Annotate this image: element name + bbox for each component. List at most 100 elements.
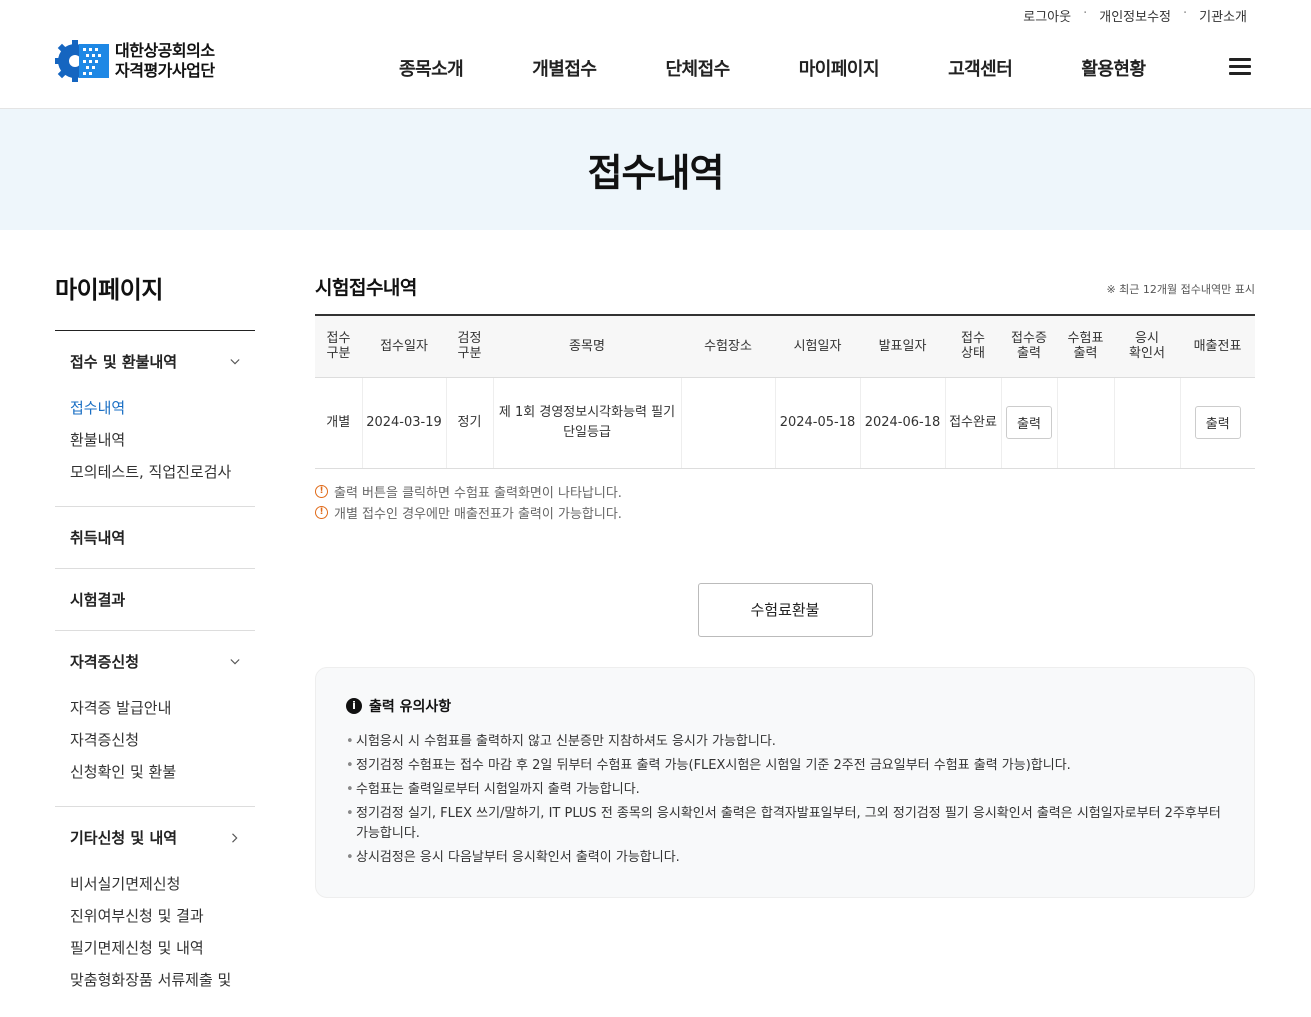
warning-icon: ! — [315, 505, 328, 519]
sidebar-group-label: 취득내역 — [70, 529, 126, 547]
sidebar-group-results: 시험결과 — [55, 569, 255, 631]
logo-icon — [55, 40, 109, 82]
warning-icon: ! — [315, 484, 328, 498]
sidebar-group-etc: 기타신청 및 내역 비서실기면제신청 진위여부신청 및 결과 필기면제신청 및 … — [55, 807, 255, 1014]
sidebar-group-certificate-toggle[interactable]: 자격증신청 — [55, 631, 255, 692]
list-item: 상시검정은 응시 다음날부터 응시확인서 출력이 가능합니다. — [346, 848, 1224, 868]
cell-ticket — [1056, 377, 1114, 469]
info-icon: i — [346, 697, 362, 714]
section-title: 시험접수내역 — [315, 277, 417, 299]
sidebar-item-authenticity[interactable]: 진위여부신청 및 결과 — [70, 900, 240, 932]
cell-place — [680, 377, 775, 469]
nav-item-individual[interactable]: 개별접수 — [532, 55, 597, 81]
sidebar-group-receipts: 접수 및 환불내역 접수내역 환불내역 모의테스트, 직업진로검사 — [55, 331, 255, 507]
caution-title-text: 출력 유의사항 — [369, 698, 452, 715]
cell-date: 2024-03-19 — [361, 377, 446, 469]
nav-item-usage[interactable]: 활용현황 — [1081, 55, 1146, 81]
list-item: 수험표는 출력일로부터 시험일까지 출력 가능합니다. — [346, 780, 1224, 800]
column-header: 접수 상태 — [945, 315, 1001, 378]
list-item: 정기검정 실기, FLEX 쓰기/말하기, IT PLUS 전 종목의 응시확인… — [346, 804, 1224, 844]
sidebar-item-acquired[interactable]: 취득내역 — [55, 507, 255, 568]
column-header: 응시 확인서 — [1114, 315, 1180, 378]
logout-link[interactable]: 로그아웃 — [1019, 6, 1075, 25]
sidebar-group-acquired: 취득내역 — [55, 507, 255, 569]
sidebar-item-cert-refund[interactable]: 신청확인 및 환불 — [70, 756, 240, 788]
utility-links: 로그아웃 · 개인정보수정 · 기관소개 — [1019, 6, 1251, 25]
sidebar-item-written-exempt[interactable]: 필기면제신청 및 내역 — [70, 932, 240, 964]
column-header: 접수일자 — [362, 315, 446, 378]
sidebar-group-label: 기타신청 및 내역 — [70, 829, 178, 847]
sidebar-title: 마이페이지 — [55, 270, 255, 331]
cell-status: 접수완료 — [944, 377, 1001, 469]
sidebar-group-label: 시험결과 — [70, 591, 126, 609]
sidebar-item-secretary-exempt[interactable]: 비서실기면제신청 — [70, 868, 240, 900]
note-text: 개별 접수인 경우에만 매출전표가 출력이 가능합니다. — [334, 506, 622, 522]
table-row: 개별 2024-03-19 정기 제 1회 경영정보시각화능력 필기 단일등급 … — [315, 377, 1255, 469]
fee-refund-button[interactable]: 수험료환불 — [697, 582, 873, 637]
about-link[interactable]: 기관소개 — [1195, 6, 1251, 25]
chevron-down-icon — [230, 658, 240, 664]
nav-item-mypage[interactable]: 마이페이지 — [799, 55, 880, 81]
list-item: 정기검정 수험표는 접수 마감 후 2일 뒤부터 수험표 출력 가능(FLEX시… — [346, 756, 1224, 776]
logo-line2: 자격평가사업단 — [115, 61, 215, 80]
nav-item-group[interactable]: 단체접수 — [666, 55, 731, 81]
nav-item-subjects[interactable]: 종목소개 — [399, 55, 464, 81]
page-title: 접수내역 — [587, 151, 725, 195]
chevron-down-icon — [230, 358, 240, 364]
sidebar-group-receipts-toggle[interactable]: 접수 및 환불내역 — [55, 331, 255, 392]
sidebar-item-cosmetics[interactable]: 맞춤형화장품 서류제출 및 — [70, 964, 240, 996]
sidebar-item-receipts[interactable]: 접수내역 — [70, 392, 240, 424]
receipt-table: 접수 구분 접수일자 검정 구분 종목명 수험장소 시험일자 발표일자 접수 상… — [315, 314, 1255, 469]
column-header: 매출전표 — [1180, 315, 1255, 378]
column-header: 수험표 출력 — [1057, 315, 1114, 378]
sidebar-group-label: 접수 및 환불내역 — [70, 353, 178, 371]
cell-type: 개별 — [315, 377, 362, 469]
column-header: 종목명 — [493, 315, 681, 378]
sidebar: 마이페이지 접수 및 환불내역 접수내역 환불내역 모의테스트, 직업진로검사 … — [55, 270, 255, 1014]
cell-subject: 제 1회 경영정보시각화능력 필기 단일등급 — [492, 377, 681, 469]
chevron-right-icon — [232, 832, 238, 843]
cell-announce-date: 2024-06-18 — [859, 377, 945, 469]
sidebar-group-etc-toggle[interactable]: 기타신청 및 내역 — [55, 807, 255, 868]
logo-text: 대한상공회의소 자격평가사업단 — [115, 41, 215, 81]
column-header: 검정 구분 — [446, 315, 493, 378]
cell-receipt: 출력 — [1000, 377, 1057, 469]
sidebar-item-mocktest[interactable]: 모의테스트, 직업진로검사 — [70, 456, 240, 488]
caution-title: i 출력 유의사항 — [346, 696, 1224, 716]
logo[interactable]: 대한상공회의소 자격평가사업단 — [55, 40, 215, 82]
list-item: 시험응시 시 수험표를 출력하지 않고 신분증만 지참하셔도 응시가 가능합니다… — [346, 732, 1224, 752]
sidebar-item-cert-apply[interactable]: 자격증신청 — [70, 724, 240, 756]
menu-icon[interactable] — [1229, 58, 1251, 75]
print-receipt-button[interactable]: 출력 — [1006, 406, 1052, 439]
cell-sales: 출력 — [1179, 377, 1255, 469]
sidebar-item-refunds[interactable]: 환불내역 — [70, 424, 240, 456]
column-header: 접수증 출력 — [1001, 315, 1057, 378]
separator-dot: · — [1083, 6, 1088, 21]
print-caution-box: i 출력 유의사항 시험응시 시 수험표를 출력하지 않고 신분증만 지참하셔도… — [315, 666, 1255, 898]
caution-list: 시험응시 시 수험표를 출력하지 않고 신분증만 지참하셔도 응시가 가능합니다… — [346, 732, 1224, 868]
cell-exam-date: 2024-05-18 — [774, 377, 860, 469]
column-header: 시험일자 — [775, 315, 860, 378]
sidebar-group-certificate: 자격증신청 자격증 발급안내 자격증신청 신청확인 및 환불 — [55, 631, 255, 807]
sidebar-item-cert-guide[interactable]: 자격증 발급안내 — [70, 692, 240, 724]
period-note: ※ 최근 12개월 접수내역만 표시 — [1106, 283, 1255, 296]
table-notes: ! 출력 버튼을 클릭하면 수험표 출력화면이 나타납니다. ! 개별 접수인 … — [315, 481, 1255, 523]
edit-profile-link[interactable]: 개인정보수정 — [1095, 6, 1175, 25]
main-nav: 종목소개 개별접수 단체접수 마이페이지 고객센터 활용현황 — [399, 55, 1215, 81]
cell-confirm — [1113, 377, 1180, 469]
note-row: ! 개별 접수인 경우에만 매출전표가 출력이 가능합니다. — [315, 502, 1255, 523]
note-row: ! 출력 버튼을 클릭하면 수험표 출력화면이 나타납니다. — [315, 481, 1255, 502]
page-banner: 접수내역 — [0, 109, 1311, 230]
print-sales-slip-button[interactable]: 출력 — [1194, 406, 1241, 439]
main-content: 시험접수내역 ※ 최근 12개월 접수내역만 표시 접수 구분 접수일자 검정 … — [315, 270, 1255, 898]
column-header: 수험장소 — [681, 315, 775, 378]
nav-item-support[interactable]: 고객센터 — [948, 55, 1013, 81]
cell-exam-kind: 정기 — [445, 377, 493, 469]
separator-dot: · — [1183, 6, 1188, 21]
column-header: 발표일자 — [860, 315, 945, 378]
logo-line1: 대한상공회의소 — [115, 41, 215, 60]
sidebar-group-label: 자격증신청 — [70, 653, 140, 671]
sidebar-item-results[interactable]: 시험결과 — [55, 569, 255, 630]
column-header: 접수 구분 — [315, 315, 362, 378]
table-header-row: 접수 구분 접수일자 검정 구분 종목명 수험장소 시험일자 발표일자 접수 상… — [315, 315, 1255, 378]
